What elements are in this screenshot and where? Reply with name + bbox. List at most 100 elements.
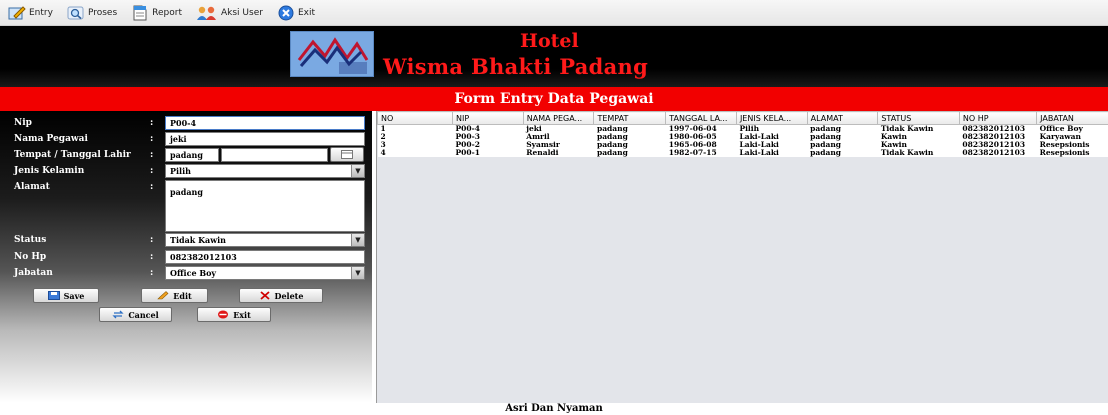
header-banner: Hotel Wisma Bhakti Padang: [0, 26, 1108, 87]
status-label: Status: [14, 235, 46, 245]
nohp-input[interactable]: 082382012103: [165, 250, 365, 264]
cancel-label: Cancel: [128, 310, 158, 320]
col-header[interactable]: NO HP: [959, 112, 1036, 125]
col-header[interactable]: TANGGAL LA...: [666, 112, 737, 125]
nip-label: Nip: [14, 118, 32, 128]
col-header[interactable]: ALAMAT: [807, 112, 878, 125]
menu-exit[interactable]: Exit: [273, 2, 319, 24]
table-cell: Resepsionis: [1037, 149, 1108, 157]
jabatan-value: Office Boy: [170, 268, 216, 278]
colon: :: [150, 182, 153, 192]
nip-input[interactable]: P00-4: [165, 116, 365, 130]
table-cell: 3: [378, 141, 453, 149]
status-value: Tidak Kawin: [170, 235, 226, 245]
col-header[interactable]: NO: [378, 112, 453, 125]
calendar-icon: [341, 150, 353, 159]
report-icon: [131, 5, 149, 21]
jk-value: Pilih: [170, 166, 191, 176]
table-cell: 1965-06-08: [666, 141, 737, 149]
delete-button[interactable]: Delete: [239, 288, 323, 303]
menu-entry[interactable]: Entry: [4, 2, 57, 24]
table-cell: 1980-06-05: [666, 133, 737, 141]
jenis-kelamin-select[interactable]: Pilih ▼: [165, 164, 365, 178]
nohp-label: No Hp: [14, 252, 46, 262]
col-header[interactable]: JABATAN: [1037, 112, 1108, 125]
colon: :: [150, 150, 153, 160]
table-cell: padang: [594, 125, 666, 134]
table-row[interactable]: 3 P00-2 Syamsir padang 1965-06-08 Laki-L…: [378, 141, 1108, 149]
alamat-label: Alamat: [14, 182, 50, 192]
table-row[interactable]: 4 P00-1 Renaldi padang 1982-07-15 Laki-L…: [378, 149, 1108, 157]
tempat-input[interactable]: padang: [165, 148, 219, 162]
magnifier-icon: [67, 5, 85, 21]
save-icon: [48, 291, 60, 300]
col-header[interactable]: TEMPAT: [594, 112, 666, 125]
tanggal-input[interactable]: [221, 148, 328, 162]
entry-icon: [8, 5, 26, 21]
exit-button[interactable]: Exit: [197, 307, 271, 322]
chevron-down-icon[interactable]: ▼: [351, 165, 364, 177]
table-cell: Syamsir: [523, 141, 594, 149]
edit-button[interactable]: Edit: [141, 288, 208, 303]
nama-label: Nama Pegawai: [14, 134, 88, 144]
table-cell: Renaldi: [523, 149, 594, 157]
hotel-name: Wisma Bhakti Padang: [383, 54, 648, 79]
col-header[interactable]: STATUS: [878, 112, 960, 125]
table-cell: Tidak Kawin: [878, 149, 960, 157]
chevron-down-icon[interactable]: ▼: [351, 234, 364, 246]
table-cell: 1: [378, 125, 453, 134]
stop-icon: [217, 310, 229, 319]
table-cell: Laki-Laki: [736, 133, 807, 141]
cancel-button[interactable]: Cancel: [99, 307, 172, 322]
save-button[interactable]: Save: [33, 288, 99, 303]
jabatan-label: Jabatan: [14, 268, 53, 278]
table-cell: 2: [378, 133, 453, 141]
menu-report-label: Report: [152, 8, 182, 18]
table-cell: 1982-07-15: [666, 149, 737, 157]
table-cell: 082382012103: [959, 125, 1036, 134]
table-cell: Laki-Laki: [736, 149, 807, 157]
menu-aksi-user-label: Aksi User: [221, 8, 263, 18]
menu-aksi-user[interactable]: Aksi User: [192, 2, 267, 24]
ttl-label: Tempat / Tanggal Lahir: [14, 150, 131, 160]
colon: :: [150, 268, 153, 278]
table-row[interactable]: 1 P00-4 jeki padang 1997-06-04 Pilih pad…: [378, 125, 1108, 134]
table-cell: P00-1: [453, 149, 524, 157]
refresh-icon: [112, 310, 124, 319]
table-row[interactable]: 2 P00-3 Amril padang 1980-06-05 Laki-Lak…: [378, 133, 1108, 141]
nama-input[interactable]: jeki: [165, 132, 365, 146]
menu-report[interactable]: Report: [127, 2, 186, 24]
col-header[interactable]: JENIS KELA...: [736, 112, 807, 125]
calendar-button[interactable]: [330, 147, 364, 162]
colon: :: [150, 166, 153, 176]
delete-icon: [259, 291, 271, 300]
colon: :: [150, 134, 153, 144]
form-title: Form Entry Data Pegawai: [454, 91, 653, 107]
jabatan-select[interactable]: Office Boy ▼: [165, 266, 365, 280]
status-select[interactable]: Tidak Kawin ▼: [165, 233, 365, 247]
col-header[interactable]: NIP: [453, 112, 524, 125]
menu-proses[interactable]: Proses: [63, 2, 121, 24]
table-cell: Karyawan: [1037, 133, 1108, 141]
table-cell: padang: [807, 125, 878, 134]
table-cell: Office Boy: [1037, 125, 1108, 134]
table-cell: 082382012103: [959, 149, 1036, 157]
alamat-textarea[interactable]: padang: [165, 180, 365, 232]
table-cell: Laki-Laki: [736, 141, 807, 149]
hotel-logo: [290, 31, 374, 77]
form-title-bar: Form Entry Data Pegawai: [0, 87, 1108, 111]
colon: :: [150, 235, 153, 245]
pencil-icon: [157, 291, 169, 300]
table-cell: padang: [594, 133, 666, 141]
table-cell: padang: [594, 149, 666, 157]
col-header[interactable]: NAMA PEGA...: [523, 112, 594, 125]
save-label: Save: [64, 291, 85, 301]
table-cell: padang: [594, 141, 666, 149]
table-cell: 082382012103: [959, 133, 1036, 141]
users-icon: [196, 5, 218, 21]
table-cell: jeki: [523, 125, 594, 134]
hotel-title: Hotel: [520, 30, 579, 52]
delete-label: Delete: [275, 291, 304, 301]
chevron-down-icon[interactable]: ▼: [351, 267, 364, 279]
table-cell: Amril: [523, 133, 594, 141]
